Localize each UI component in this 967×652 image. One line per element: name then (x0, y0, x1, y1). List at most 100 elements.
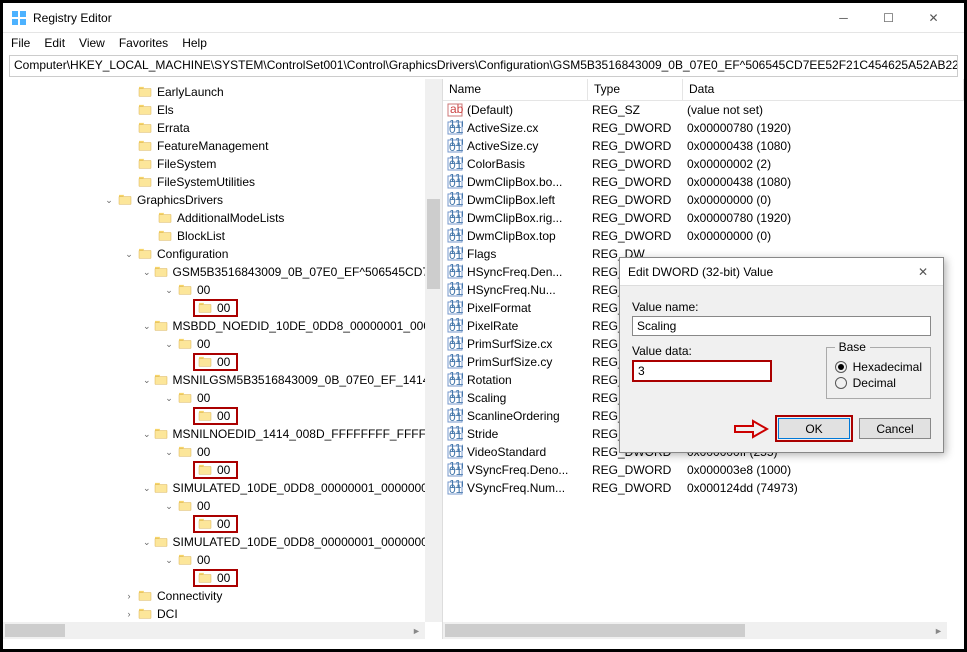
tree-item[interactable]: ⌄00 (3, 389, 442, 407)
tree-item[interactable]: 00 (3, 353, 442, 371)
svg-text:011: 011 (449, 122, 463, 136)
chevron-down-icon[interactable]: ⌄ (143, 321, 151, 332)
menu-edit[interactable]: Edit (44, 36, 65, 50)
dword-value-icon: 110011 (447, 228, 463, 244)
dword-value-icon: 110011 (447, 120, 463, 136)
value-data-input[interactable] (632, 360, 772, 382)
address-bar[interactable]: Computer\HKEY_LOCAL_MACHINE\SYSTEM\Contr… (9, 55, 958, 77)
chevron-down-icon[interactable]: ⌄ (163, 393, 175, 404)
value-type: REG_DWORD (592, 139, 687, 153)
tree-item[interactable]: ⌄00 (3, 443, 442, 461)
chevron-down-icon[interactable]: ⌄ (163, 447, 175, 458)
tree-item-label: SIMULATED_10DE_0DD8_00000001_00000000_11… (173, 481, 443, 495)
folder-icon (137, 121, 153, 135)
list-row[interactable]: 110011DwmClipBox.bo...REG_DWORD0x0000043… (443, 173, 964, 191)
tree-item[interactable]: FileSystemUtilities (3, 173, 442, 191)
value-name: DwmClipBox.rig... (467, 211, 592, 225)
col-name[interactable]: Name (443, 79, 588, 100)
chevron-down-icon[interactable]: ⌄ (143, 375, 151, 386)
tree-item[interactable]: ›Connectivity (3, 587, 442, 605)
chevron-down-icon[interactable]: ⌄ (163, 555, 175, 566)
list-row[interactable]: 110011DwmClipBox.rig...REG_DWORD0x000007… (443, 209, 964, 227)
tree-item[interactable]: FileSystem (3, 155, 442, 173)
tree-item[interactable]: Errata (3, 119, 442, 137)
tree-item-label: Els (157, 103, 174, 117)
folder-icon (197, 409, 213, 423)
tree-item[interactable]: BlockList (3, 227, 442, 245)
list-row[interactable]: 110011ColorBasisREG_DWORD0x00000002 (2) (443, 155, 964, 173)
list-row[interactable]: 110011ActiveSize.cxREG_DWORD0x00000780 (… (443, 119, 964, 137)
svg-text:011: 011 (449, 158, 463, 172)
tree-item[interactable]: 00 (3, 569, 442, 587)
tree-item[interactable]: ⌄Configuration (3, 245, 442, 263)
menu-view[interactable]: View (79, 36, 105, 50)
list-row[interactable]: 110011ActiveSize.cyREG_DWORD0x00000438 (… (443, 137, 964, 155)
radio-decimal[interactable]: Decimal (835, 376, 922, 390)
list-row[interactable]: 110011DwmClipBox.leftREG_DWORD0x00000000… (443, 191, 964, 209)
tree-item[interactable]: 00 (3, 461, 442, 479)
maximize-button[interactable]: ☐ (866, 4, 911, 32)
chevron-down-icon[interactable]: ⌄ (143, 267, 151, 278)
tree-item[interactable]: ⌄GSM5B3516843009_0B_07E0_EF^506545CD7EE5… (3, 263, 442, 281)
radio-hexadecimal[interactable]: Hexadecimal (835, 360, 922, 374)
chevron-down-icon[interactable]: ⌄ (143, 537, 151, 548)
tree-item[interactable]: 00 (3, 407, 442, 425)
chevron-right-icon[interactable]: › (123, 609, 135, 619)
list-row[interactable]: ab(Default)REG_SZ(value not set) (443, 101, 964, 119)
chevron-down-icon[interactable]: ⌄ (103, 195, 115, 206)
tree-item-label: 00 (197, 553, 210, 567)
svg-text:011: 011 (449, 356, 463, 370)
menu-help[interactable]: Help (182, 36, 207, 50)
tree-item[interactable]: FeatureManagement (3, 137, 442, 155)
tree-item[interactable]: ⌄00 (3, 497, 442, 515)
tree-item[interactable]: ⌄00 (3, 281, 442, 299)
close-button[interactable]: ✕ (911, 4, 956, 32)
folder-icon (137, 607, 153, 621)
col-data[interactable]: Data (683, 79, 964, 100)
chevron-down-icon[interactable]: ⌄ (163, 339, 175, 350)
value-data: 0x00000780 (1920) (687, 121, 964, 135)
chevron-down-icon[interactable]: ⌄ (143, 429, 151, 440)
chevron-down-icon[interactable]: ⌄ (163, 285, 175, 296)
tree-item[interactable]: 00 (3, 299, 442, 317)
chevron-down-icon[interactable]: ⌄ (163, 501, 175, 512)
value-name-input[interactable] (632, 316, 931, 336)
minimize-button[interactable]: ─ (821, 4, 866, 32)
tree-item[interactable]: ⌄00 (3, 335, 442, 353)
tree-item[interactable]: ⌄ SIMULATED_10DE_0DD8_00000001_00000000_1… (3, 479, 442, 497)
tree-scrollbar-h[interactable]: ◄► (3, 622, 425, 639)
tree-item[interactable]: Els (3, 101, 442, 119)
value-name: HSyncFreq.Den... (467, 265, 592, 279)
folder-icon (153, 427, 169, 441)
list-row[interactable]: 110011VSyncFreq.Num...REG_DWORD0x000124d… (443, 479, 964, 497)
tree-scrollbar-v[interactable] (425, 79, 442, 622)
tree-item[interactable]: AdditionalModeLists (3, 209, 442, 227)
tree-item[interactable]: ›DCI (3, 605, 442, 623)
folder-icon (137, 103, 153, 117)
tree-item-label: EarlyLaunch (157, 85, 224, 99)
cancel-button[interactable]: Cancel (859, 418, 931, 439)
tree-item[interactable]: ⌄SIMULATED_10DE_0DD8_00000001_00000000_1… (3, 533, 442, 551)
menu-file[interactable]: File (11, 36, 30, 50)
chevron-down-icon[interactable]: ⌄ (143, 483, 151, 494)
list-row[interactable]: 110011VSyncFreq.Deno...REG_DWORD0x000003… (443, 461, 964, 479)
tree-item[interactable]: ⌄MSNILGSM5B3516843009_0B_07E0_EF_1414_00… (3, 371, 442, 389)
chevron-down-icon[interactable]: ⌄ (123, 249, 135, 260)
tree-item[interactable]: ⌄MSNILNOEDID_1414_008D_FFFFFFFF_FFFFFFFF… (3, 425, 442, 443)
tree-item[interactable]: EarlyLaunch (3, 83, 442, 101)
list-scrollbar-h[interactable]: ◄► (443, 622, 947, 639)
dword-value-icon: 110011 (447, 264, 463, 280)
tree-item[interactable]: ⌄GraphicsDrivers (3, 191, 442, 209)
tree-item[interactable]: ⌄MSBDD_NOEDID_10DE_0DD8_00000001_0000000… (3, 317, 442, 335)
dword-value-icon: 110011 (447, 282, 463, 298)
chevron-right-icon[interactable]: › (123, 591, 135, 601)
tree-item[interactable]: ⌄ 00 (3, 551, 442, 569)
list-row[interactable]: 110011DwmClipBox.topREG_DWORD0x00000000 … (443, 227, 964, 245)
folder-icon (177, 553, 193, 567)
list-header[interactable]: Name Type Data (443, 79, 964, 101)
menu-favorites[interactable]: Favorites (119, 36, 168, 50)
col-type[interactable]: Type (588, 79, 683, 100)
tree-item[interactable]: 00 (3, 515, 442, 533)
dialog-close-icon[interactable]: ✕ (911, 265, 935, 279)
ok-button[interactable]: OK (778, 418, 850, 439)
